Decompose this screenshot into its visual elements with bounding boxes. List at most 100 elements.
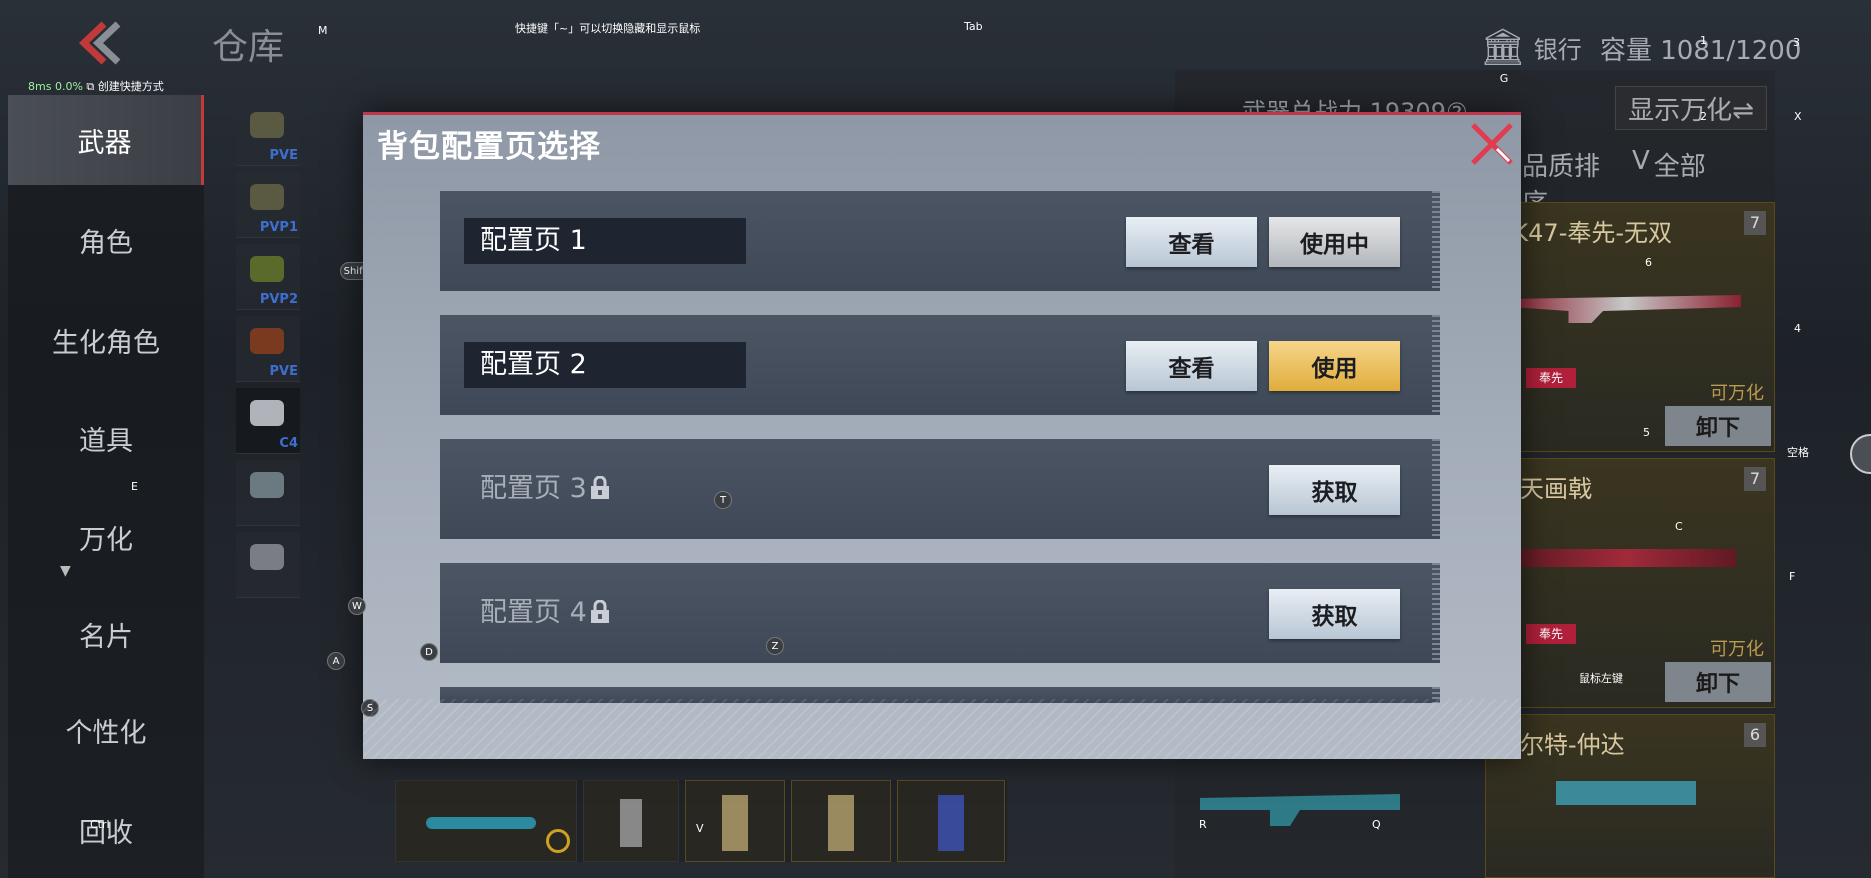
shortcut-hint: 快捷键「~」可以切换隐藏和显示鼠标 [515,22,701,35]
loadout-row-3: 配置页 3 获取 T [440,439,1440,539]
weapon-count: 7 [1744,211,1766,235]
key-hint-e: E [131,480,138,493]
equipment-strip [395,780,1007,862]
grenade-slot[interactable] [685,780,785,862]
key-hint-3: 3 [1793,36,1800,49]
perf-ms: 8ms [28,80,52,93]
perf-overlay: 8ms 0.0% ⧉ 创建快捷方式 [28,78,164,94]
key-hint-lmb: 鼠标左键 [1579,672,1623,685]
loadout-page-dialog: 背包配置页选择 配置页 1 查看 使用中 配置页 2 查看 使用 配置页 3 获… [348,112,1521,759]
use-button[interactable]: 使用 [1269,341,1400,391]
in-use-button[interactable]: 使用中 [1269,217,1400,267]
game-screen: 仓库 8ms 0.0% ⧉ 创建快捷方式 快捷键「~」可以切换隐藏和显示鼠标 武… [0,0,1871,878]
loadout-row-1: 配置页 1 查看 使用中 [440,191,1440,291]
weapon-slot-thumb[interactable]: C4 [236,388,300,454]
unload-button[interactable]: 卸下 [1665,406,1771,446]
slot-label: PVP1 [259,220,298,235]
tag-badge: 奉先 [1526,368,1576,388]
perf-pct: 0.0% [54,80,83,93]
slot-label: C4 [279,436,298,451]
halberd-icon [1516,549,1736,567]
bank-button[interactable]: 🏛 银行 [1480,26,1582,68]
key-hint-d: D [420,643,438,661]
acquire-button[interactable]: 获取 [1269,465,1400,515]
expand-triangle-icon[interactable]: ▼ [60,563,71,579]
sidebar-item-personalize[interactable]: 个性化 [8,685,204,775]
loadout-name: 配置页 2 [464,342,746,388]
slot-label: PVP2 [259,292,298,307]
weapon-name: AK47-奉先-无双 [1496,219,1673,247]
sidebar-item-weapons[interactable]: 武器 [8,95,204,185]
weapon-slot-thumb[interactable]: PVE [236,100,300,166]
filter-all-button[interactable]: V 全部 [1632,146,1762,188]
back-arrow-icon[interactable] [70,18,130,68]
sidebar-item-zombie-characters[interactable]: 生化角色 [8,295,204,385]
weapon-slot-thumb[interactable]: PVP2 [236,244,300,310]
loadout-row-4: 配置页 4 获取 W D Z [348,563,1440,663]
sidebar-item-characters[interactable]: 角色 [8,195,204,285]
key-hint-2: 2 [1700,110,1707,123]
sidebar: 武器 角色 生化角色 道具 万化 ▼ 名片 个性化 回收 [8,95,204,878]
weapon-slot-thumb[interactable] [236,532,300,598]
display-wanhua-toggle[interactable]: 显示万化⇌ [1615,86,1767,130]
grenade-slot[interactable] [897,780,1005,862]
create-shortcut-link[interactable]: ⧉ 创建快捷方式 [86,80,163,93]
lock-icon [589,593,611,639]
c4-icon [250,400,284,426]
weapon-card[interactable]: 阿尔特-仲达 6 [1485,714,1775,878]
key-hint-4: 4 [1794,322,1801,335]
key-hint-z: Z [766,637,784,655]
key-hint-q: Q [1372,818,1381,831]
key-hint-f: F [1789,570,1796,583]
create-shortcut-label: 创建快捷方式 [97,80,164,93]
wanhua-status: 可万化 [1710,383,1764,404]
slot-label: PVE [269,148,298,163]
grenade-slot[interactable] [583,780,679,862]
pistol-icon [1556,781,1696,805]
acquire-button[interactable]: 获取 [1269,589,1400,639]
quality-sort-button[interactable]: 品质排序 [1522,146,1622,219]
key-hint-v: V [696,822,704,835]
key-hint-m: M [318,24,328,37]
grenade-icon [938,795,964,851]
loadout-name: 配置页 4 [480,597,587,628]
key-hint-t: T [714,491,732,509]
view-button[interactable]: 查看 [1126,341,1257,391]
bank-icon: 🏛 [1480,27,1526,68]
weapon-icon [250,328,284,354]
unload-button[interactable]: 卸下 [1665,662,1771,702]
armor-icon [250,544,284,570]
knife-icon [426,817,536,829]
view-button[interactable]: 查看 [1126,217,1257,267]
chevron-v-icon: V [1632,146,1650,176]
dialog-title: 背包配置页选择 [377,129,601,165]
loadout-name: 配置页 3 [480,473,587,504]
weapon-slot-thumb[interactable] [236,460,300,526]
sidebar-item-wanhua[interactable]: 万化 [8,492,204,582]
key-hint-x: X [1794,110,1802,123]
knife-slot[interactable] [395,780,577,862]
weapon-slot-thumb[interactable]: PVE [236,316,300,382]
gold-medal-icon [546,829,570,853]
sidebar-item-cards[interactable]: 名片 [8,589,204,679]
settings-gear-icon[interactable] [1850,434,1871,474]
key-hint-w: W [348,597,366,615]
grenade-slot[interactable] [791,780,891,862]
loadout-row-partial [440,687,1440,703]
wanhua-status: 可万化 [1710,639,1764,660]
filter-label: 全部 [1653,152,1706,182]
lock-icon [589,469,611,515]
close-icon[interactable] [1467,119,1517,169]
grenade-icon [828,795,854,851]
weapon-icon [250,256,284,282]
key-hint-5: 5 [1643,426,1650,439]
loadout-name-locked: 配置页 4 [440,590,722,636]
weapon-count: 6 [1744,723,1766,747]
key-hint-r: R [1199,818,1207,831]
key-hint-1: 1 [1700,34,1707,47]
weapon-slot-thumb[interactable]: PVP1 [236,172,300,238]
sidebar-item-items[interactable]: 道具 [8,393,204,483]
loadout-name-locked: 配置页 3 [440,466,722,512]
grenade-icon [722,795,748,851]
slot-label: PVE [269,364,298,379]
